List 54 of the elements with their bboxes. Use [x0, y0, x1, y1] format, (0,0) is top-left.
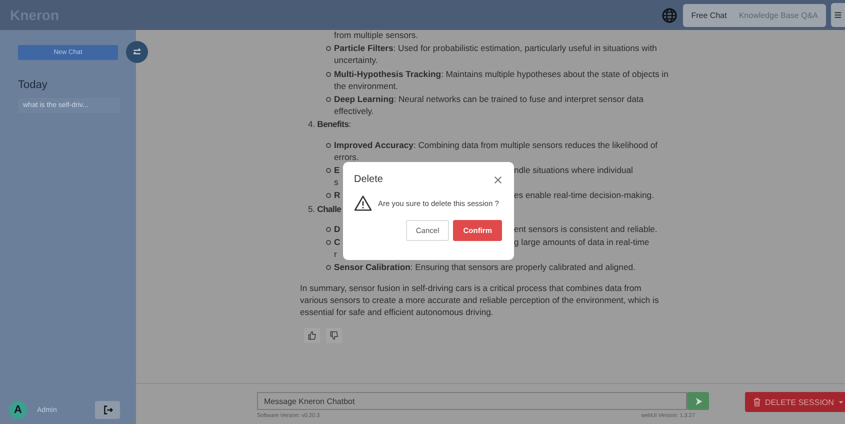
bullet-icon: [326, 265, 331, 270]
thumbs-down-icon: [330, 331, 338, 340]
bullet-icon: [326, 240, 331, 246]
list-item-text: Multi-Hypothesis Tracking: Maintains multiple hypotheses about the state of objects in the environment.: [334, 68, 670, 92]
trash-icon: [753, 397, 761, 407]
logout-icon: [102, 405, 112, 415]
bullet-icon: [326, 226, 331, 232]
swap-icon: [132, 47, 142, 57]
list-item-text: R: [334, 190, 340, 200]
list-item-text: Particle Filters: Used for probabilistic estimation, particularly useful in situations with uncertainty.: [334, 42, 658, 67]
bullet-icon: [326, 168, 331, 174]
warning-icon: [354, 195, 372, 211]
list-item-text: es enable real-time decision-making.: [514, 189, 655, 202]
list-item-text: s: [334, 177, 338, 188]
list-item-text: ent sensors is consistent and reliable.: [514, 222, 658, 236]
bullet-icon: [326, 97, 331, 102]
list-number: 4.: [308, 118, 316, 131]
avatar: A: [9, 401, 27, 419]
dialog-title: Delete: [354, 174, 383, 185]
section-heading: Today: [18, 79, 48, 91]
list-item-text: E: [334, 165, 340, 176]
mode-tab[interactable]: Free Chat: [685, 6, 733, 24]
list-item-text: ndle situations where individual: [514, 164, 634, 176]
thumbs-up-button[interactable]: [304, 328, 320, 344]
list-item-text: g large amounts of data in real-time: [514, 236, 650, 248]
list-heading: Benefits:: [317, 118, 351, 131]
logout-button[interactable]: [95, 401, 120, 419]
bullet-icon: [326, 142, 331, 148]
menu-button[interactable]: [831, 3, 845, 27]
send-button[interactable]: [687, 392, 709, 410]
bullet-icon: [326, 46, 331, 52]
delete-session-button[interactable]: DELETE SESSION: [745, 392, 845, 412]
list-item-text: D: [334, 224, 340, 234]
list-item-text: Sensor Calibration: Ensuring that sensors are properly calibrated and aligned.: [334, 261, 636, 274]
list-number: 5.: [308, 202, 316, 215]
thumbs-up-icon: [308, 331, 316, 340]
list-item-text: C: [334, 237, 340, 248]
thumbs-down-button[interactable]: [326, 328, 342, 344]
list-item-text: Improved Accuracy: Combining data from multiple sensors reduces the likelihood of errors.: [334, 138, 659, 164]
send-icon: [694, 396, 702, 406]
list-item-text: Deep Learning: Neural networks can be trained to fuse and interpret sensor data effectively.: [334, 93, 645, 118]
message-input[interactable]: Message Kneron Chatbot: [257, 392, 687, 410]
toggle-button[interactable]: [126, 41, 148, 63]
menu-icon: [834, 10, 842, 20]
list-item-text: r: [334, 249, 337, 260]
bullet-icon: [326, 193, 331, 198]
mode-tab[interactable]: Knowledge Base Q&A: [732, 6, 824, 24]
message-text: from multiple sensors.: [333, 29, 420, 42]
list-heading: Challe: [317, 202, 342, 215]
caret-icon: [838, 399, 844, 405]
close-icon[interactable]: [494, 176, 502, 184]
globe-icon[interactable]: [662, 8, 678, 22]
bullet-icon: [326, 72, 331, 77]
summary-paragraph: In summary, sensor fusion in self-driving cars is a critical process that combines data from various sensors to create a more accurate and reliable perception of the environment, which is essential for safe and efficient autonomous driving.: [300, 282, 660, 318]
